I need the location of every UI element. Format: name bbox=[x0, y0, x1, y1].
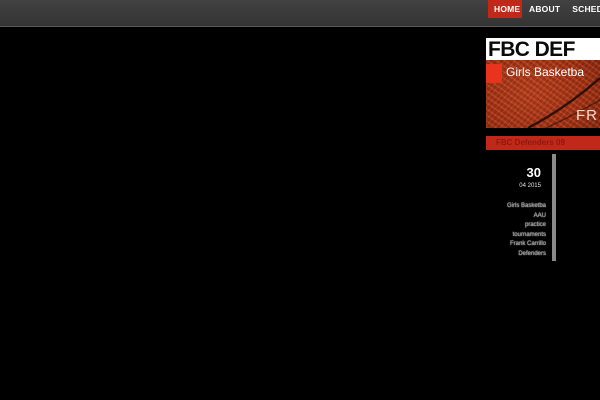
main-nav: HOME ABOUT SCHED bbox=[488, 0, 600, 18]
post-excerpt-line: Defenders bbox=[518, 250, 546, 257]
banner-tag: FR bbox=[576, 107, 598, 124]
top-bar: HOME ABOUT SCHED bbox=[0, 0, 600, 27]
section-title: FBC Defenders 09 bbox=[496, 138, 565, 147]
header-banner[interactable]: FBC DEF Girls Basketba FR bbox=[486, 38, 600, 128]
post-divider bbox=[552, 154, 556, 261]
post-date: 04 2015 bbox=[519, 183, 541, 189]
nav-about[interactable]: ABOUT bbox=[523, 0, 566, 18]
post-excerpt-line: Frank Carrillo bbox=[509, 241, 546, 247]
nav-schedule[interactable]: SCHED bbox=[566, 0, 600, 18]
section-heading: FBC Defenders 09 bbox=[486, 136, 600, 150]
post-excerpt-line: practice bbox=[524, 222, 546, 228]
post-excerpt-line: tournaments bbox=[512, 231, 546, 238]
nav-home[interactable]: HOME bbox=[488, 0, 522, 18]
page: HOME ABOUT SCHED FBC DEF Girls Basketba … bbox=[0, 0, 600, 400]
post-excerpt-line: AAU bbox=[533, 212, 546, 219]
post-card[interactable]: 30 04 2015 Girls Basketba AAU practice t… bbox=[486, 154, 552, 261]
post-day: 30 bbox=[526, 165, 541, 180]
post-excerpt-line: Girls Basketba bbox=[506, 203, 546, 209]
post-excerpt: Girls Basketba AAU practice tournaments … bbox=[484, 202, 546, 259]
